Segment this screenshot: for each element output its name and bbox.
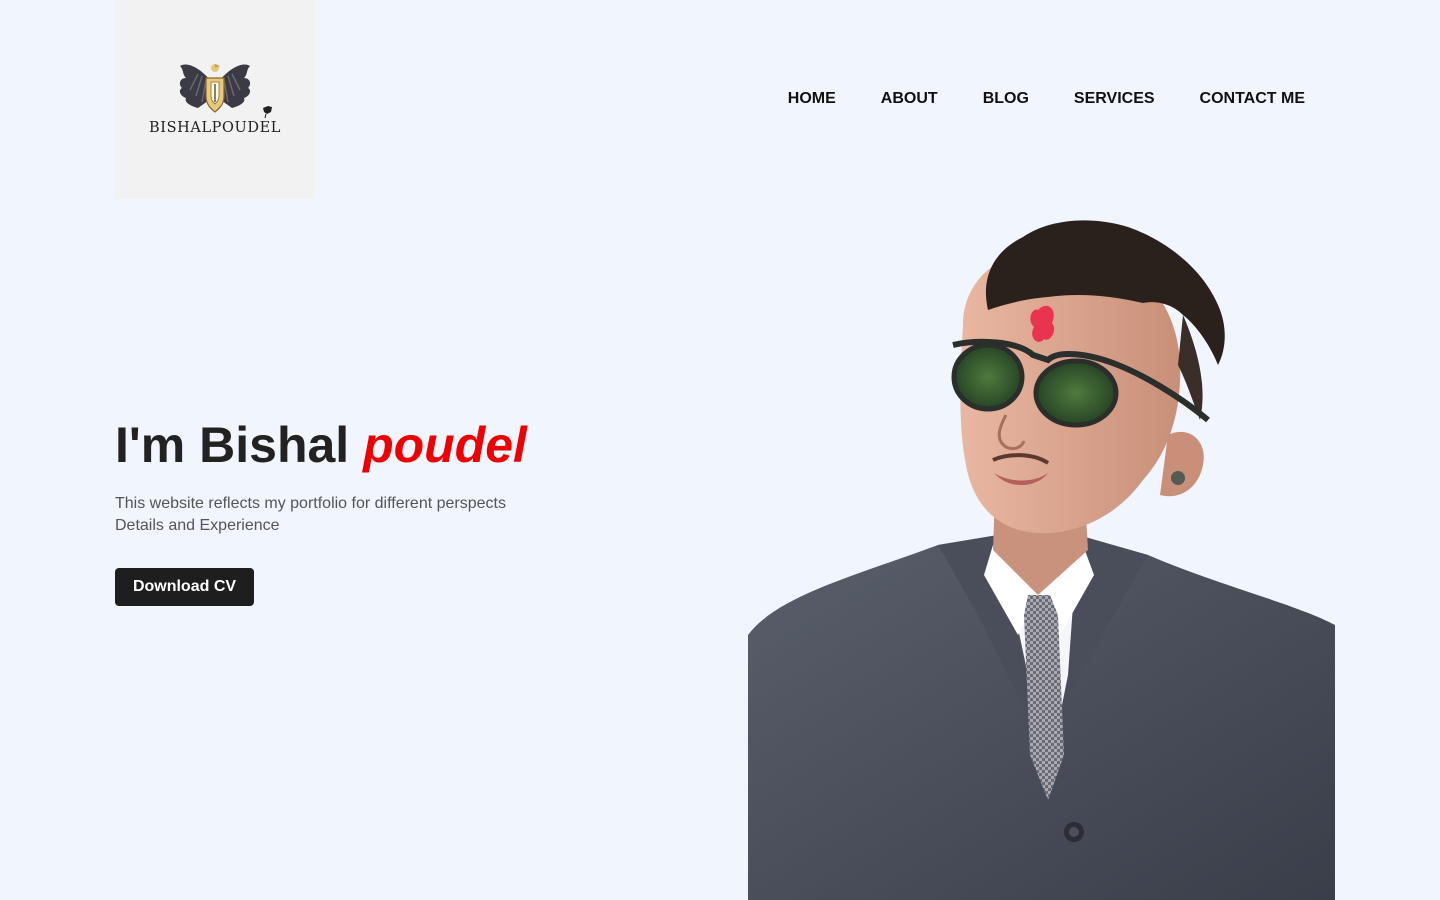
download-cv-button[interactable]: Download CV xyxy=(115,568,254,606)
profile-portrait xyxy=(748,220,1335,900)
main-nav: HOME ABOUT BLOG SERVICES CONTACT ME xyxy=(788,89,1305,109)
logo-link[interactable]: BISHALPOUDEL xyxy=(115,0,315,199)
page: BISHALPOUDEL HOME ABOUT BLOG SERVICES CO… xyxy=(0,0,1440,900)
hero-description-line-2: Details and Experience xyxy=(115,517,280,534)
hero-title: I'm Bishal poudel xyxy=(115,415,527,475)
nav-home[interactable]: HOME xyxy=(788,89,836,109)
logo-text: BISHALPOUDEL xyxy=(149,120,281,136)
hero-description-line-1: This website reflects my portfolio for d… xyxy=(115,495,506,512)
eagle-wings-crest-icon xyxy=(179,64,272,119)
nav-blog[interactable]: BLOG xyxy=(983,89,1029,109)
hero-title-prefix: I'm Bishal xyxy=(115,417,364,473)
nav-about[interactable]: ABOUT xyxy=(881,89,938,109)
nav-services[interactable]: SERVICES xyxy=(1074,89,1155,109)
nav-contact-me[interactable]: CONTACT ME xyxy=(1200,89,1305,109)
hero-title-accent: poudel xyxy=(363,417,527,473)
hero-description: This website reflects my portfolio for d… xyxy=(115,493,535,537)
